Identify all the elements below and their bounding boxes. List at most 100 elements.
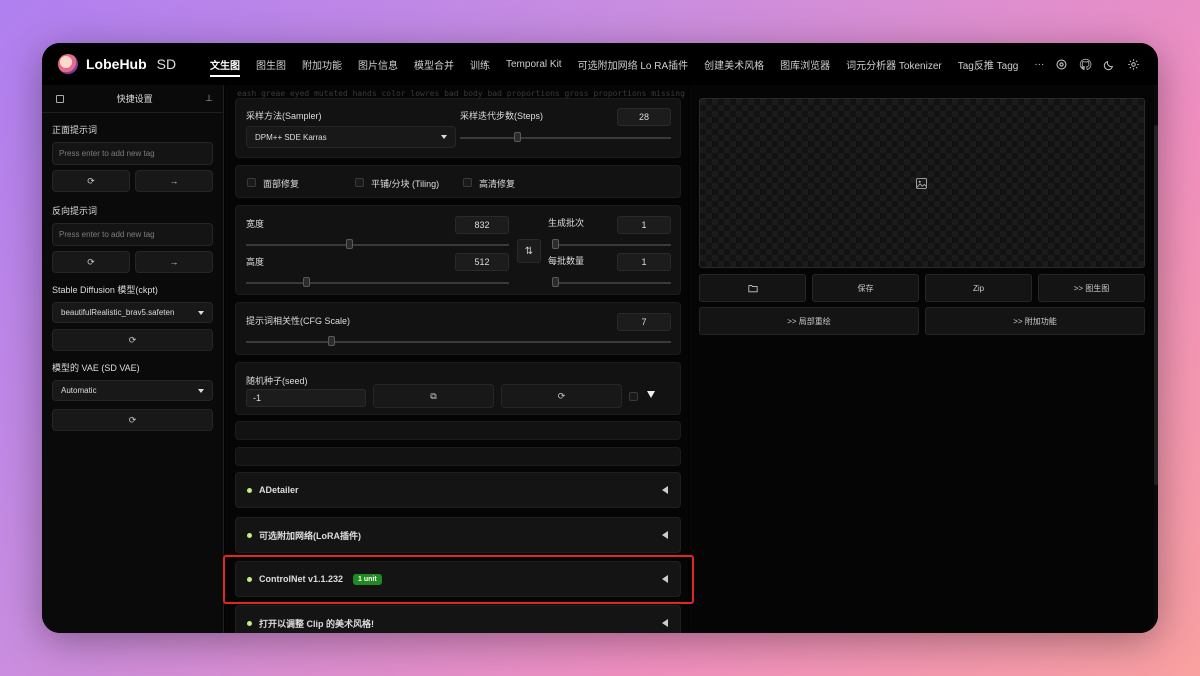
batch-count-slider[interactable]: [552, 239, 671, 249]
cfg-slider-handle[interactable]: [328, 336, 335, 346]
triangle-down-icon[interactable]: [647, 391, 655, 398]
batch-size-slider-handle[interactable]: [552, 277, 559, 287]
send-to-inpaint-button[interactable]: >> 局部重绘: [699, 307, 919, 335]
height-slider-handle[interactable]: [303, 277, 311, 287]
ckpt-select[interactable]: beautifulRealistic_brav5.safeten: [52, 302, 213, 323]
random-seed-button[interactable]: ⧉: [373, 384, 494, 408]
swap-dimensions-button[interactable]: ⇅: [517, 239, 541, 263]
accordion-lora[interactable]: 可选附加网络(LoRA插件): [235, 517, 681, 553]
sampler-select[interactable]: DPM++ SDE Karras: [246, 126, 456, 148]
reuse-seed-button[interactable]: ⟳: [501, 384, 622, 408]
dice-icon: ⧉: [430, 390, 437, 401]
batch-size-slider[interactable]: [552, 277, 671, 287]
positive-refresh-button[interactable]: ⟳: [52, 170, 130, 192]
extra-seed-checkbox[interactable]: [629, 392, 638, 401]
swap-icon: ⇅: [524, 245, 534, 257]
negative-prompt-label: 反向提示词: [52, 206, 98, 216]
tiling-label: 平铺/分块 (Tiling): [371, 179, 440, 189]
github-icon[interactable]: [1079, 58, 1092, 71]
quick-settings-sidebar: 快捷设置 ⊥ 正面提示词 Press enter to add new tag …: [42, 85, 224, 633]
accordion-clip-style[interactable]: 打开以调整 Clip 的美术风格!: [235, 605, 681, 633]
tab-extras[interactable]: 附加功能: [302, 43, 342, 85]
settings-icon[interactable]: [1055, 58, 1068, 71]
scrollbar-thumb[interactable]: [1154, 125, 1158, 485]
send-to-img2img-button[interactable]: >> 图生图: [1038, 274, 1145, 302]
app-window: LobeHub SD 文生图 图生图 附加功能 图片信息 模型合并 训练 Tem…: [42, 43, 1158, 633]
positive-send-button[interactable]: →: [135, 170, 213, 192]
tiling-checkbox[interactable]: [355, 178, 364, 187]
sidebar-header: 快捷设置 ⊥: [42, 85, 223, 113]
height-slider[interactable]: [246, 277, 509, 287]
face-restore-label: 面部修复: [263, 179, 300, 189]
width-slider-handle[interactable]: [345, 239, 353, 249]
top-icons: [1055, 43, 1140, 85]
width-label: 宽度: [246, 219, 265, 229]
sampler-label: 采样方法(Sampler): [246, 111, 322, 121]
negative-refresh-button[interactable]: ⟳: [52, 251, 130, 273]
negative-send-button[interactable]: →: [135, 251, 213, 273]
tab-more[interactable]: ···: [1034, 43, 1044, 85]
options-panel: 面部修复 平铺/分块 (Tiling) 高清修复: [235, 165, 681, 198]
folder-icon: [747, 284, 758, 292]
vae-select[interactable]: Automatic: [52, 380, 213, 401]
cfg-slider[interactable]: [246, 336, 671, 346]
hires-checkbox[interactable]: [463, 178, 472, 187]
tab-png-info[interactable]: 图片信息: [358, 43, 398, 85]
accordion-title: ADetailer: [259, 485, 299, 495]
batch-size-label: 每批数量: [548, 256, 585, 266]
sampler-value: DPM++ SDE Karras: [255, 132, 327, 142]
steps-input[interactable]: 28: [617, 108, 671, 126]
seed-input[interactable]: -1: [246, 389, 366, 407]
send-to-extras-button[interactable]: >> 附加功能: [925, 307, 1145, 335]
batch-size-input[interactable]: 1: [617, 253, 671, 271]
tab-img2img[interactable]: 图生图: [256, 43, 286, 85]
ckpt-refresh-button[interactable]: ⟳: [52, 329, 213, 351]
chevron-down-icon: [198, 388, 204, 393]
steps-slider[interactable]: [460, 132, 671, 142]
save-button[interactable]: 保存: [812, 274, 919, 302]
negative-prompt-input[interactable]: Press enter to add new tag: [52, 223, 213, 246]
hires-label: 高清修复: [479, 179, 516, 189]
positive-prompt-input[interactable]: Press enter to add new tag: [52, 142, 213, 165]
batch-count-input[interactable]: 1: [617, 216, 671, 234]
tab-txt2img[interactable]: 文生图: [210, 43, 240, 85]
empty-panel-1: [235, 421, 681, 440]
batch-count-slider-handle[interactable]: [552, 239, 559, 249]
width-slider[interactable]: [246, 239, 509, 249]
pin-icon[interactable]: ⊥: [205, 93, 213, 104]
lobehub-logo-icon: [58, 54, 78, 74]
steps-label: 采样迭代步数(Steps): [460, 111, 544, 121]
tab-temporal-kit[interactable]: Temporal Kit: [506, 43, 562, 85]
tab-train[interactable]: 训练: [470, 43, 490, 85]
tab-create-style[interactable]: 创建美术风格: [704, 43, 764, 85]
accordion-title: 可选附加网络(LoRA插件): [259, 530, 361, 541]
moon-icon[interactable]: [1103, 58, 1116, 71]
face-restore-checkbox[interactable]: [247, 178, 256, 187]
refresh-icon: ⟳: [87, 256, 95, 267]
tab-tokenizer[interactable]: 词元分析器 Tokenizer: [846, 43, 942, 85]
tab-tagger[interactable]: Tag反推 Tagg: [958, 43, 1019, 85]
controlnet-highlight-box: [223, 555, 694, 604]
sidebar-toggle-icon[interactable]: [56, 94, 64, 103]
zip-button[interactable]: Zip: [925, 274, 1032, 302]
brand-suffix: SD: [156, 56, 177, 72]
status-dot: [247, 487, 252, 493]
vae-label: 模型的 VAE (SD VAE): [52, 363, 140, 373]
accordion-adetailer[interactable]: ADetailer: [235, 472, 681, 508]
height-input[interactable]: 512: [455, 253, 509, 271]
status-dot: [247, 620, 252, 626]
gear-icon[interactable]: [1127, 58, 1140, 71]
tab-model-merge[interactable]: 模型合并: [414, 43, 454, 85]
collapse-arrow-icon: [662, 531, 668, 539]
width-input[interactable]: 832: [455, 216, 509, 234]
steps-slider-handle[interactable]: [513, 132, 521, 142]
open-folder-button[interactable]: [699, 274, 806, 302]
vae-refresh-button[interactable]: ⟳: [52, 409, 213, 431]
cfg-input[interactable]: 7: [617, 313, 671, 331]
top-navigation: LobeHub SD 文生图 图生图 附加功能 图片信息 模型合并 训练 Tem…: [42, 43, 1158, 85]
batch-count-label: 生成批次: [548, 218, 585, 228]
seed-label: 随机种子(seed): [246, 376, 308, 386]
tab-image-browser[interactable]: 图库浏览器: [780, 43, 830, 85]
scrollbar[interactable]: [1154, 85, 1158, 633]
tab-lora-addon[interactable]: 可选附加网络 Lo RA插件: [578, 43, 689, 85]
